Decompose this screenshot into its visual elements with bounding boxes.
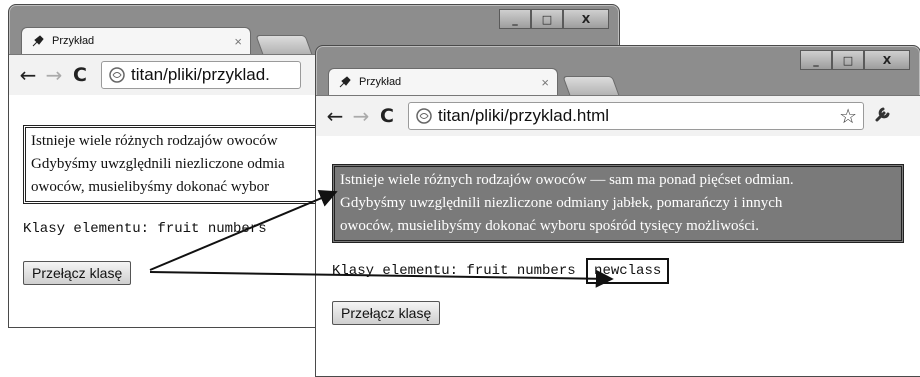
browser-tab[interactable]: Przykład ×	[328, 68, 558, 95]
forward-arrow-icon[interactable]: →	[41, 63, 67, 87]
class-list-text: Klasy elementu: fruit numbers newclass	[332, 258, 670, 284]
new-tab-button[interactable]	[255, 35, 313, 55]
paragraph-line: Istnieje wiele różnych rodzajów owoców —…	[340, 172, 794, 188]
globe-icon	[416, 108, 432, 124]
back-arrow-icon[interactable]: ←	[322, 104, 348, 128]
globe-icon	[109, 67, 125, 83]
url-text: titan/pliki/przyklad.	[131, 65, 270, 84]
minimize-button[interactable]: _	[499, 9, 531, 29]
new-class-highlight: newclass	[586, 258, 670, 284]
forward-arrow-icon[interactable]: →	[348, 104, 374, 128]
maximize-button[interactable]: □	[531, 9, 563, 29]
paragraph-line: owoców, musielibyśmy dokonać wyboru spoś…	[340, 218, 759, 234]
tab-title: Przykład	[52, 35, 95, 47]
tab-close-icon[interactable]: ×	[541, 75, 549, 90]
minimize-button[interactable]: _	[800, 50, 832, 70]
close-window-button[interactable]: X	[563, 9, 609, 29]
fruit-paragraph: Istnieje wiele różnych rodzajów owoców —…	[332, 164, 904, 243]
front-browser-window: _ □ X Przykład × ← → C titan/pliki/przyk…	[315, 45, 920, 377]
tab-title: Przykład	[359, 76, 402, 88]
wrench-icon[interactable]	[874, 105, 892, 127]
bookmark-star-icon[interactable]: ☆	[839, 104, 857, 129]
new-tab-button[interactable]	[562, 76, 620, 96]
toggle-class-button[interactable]: Przełącz klasę	[23, 261, 132, 285]
address-bar[interactable]: titan/pliki/przyklad.	[101, 61, 301, 89]
reload-icon[interactable]: C	[67, 64, 93, 86]
pushpin-icon	[30, 33, 46, 49]
window-controls: _ □ X	[499, 9, 609, 29]
reload-icon[interactable]: C	[374, 105, 400, 127]
toggle-class-button[interactable]: Przełącz klasę	[332, 301, 441, 325]
browser-tab[interactable]: Przykład ×	[21, 27, 251, 54]
class-list-text: Klasy elementu: fruit numbers	[23, 221, 267, 237]
class-list-label: Klasy elementu: fruit numbers	[332, 263, 576, 279]
back-arrow-icon[interactable]: ←	[15, 63, 41, 87]
pushpin-icon	[337, 74, 353, 90]
paragraph-line: Gdybyśmy uwzględnili niezliczone odmiany…	[340, 195, 783, 211]
window-controls: _ □ X	[800, 50, 910, 70]
browser-toolbar: ← → C titan/pliki/przyklad.html ☆	[316, 95, 920, 137]
url-text: titan/pliki/przyklad.html	[438, 106, 610, 125]
maximize-button[interactable]: □	[832, 50, 864, 70]
close-window-button[interactable]: X	[864, 50, 910, 70]
tab-close-icon[interactable]: ×	[234, 34, 242, 49]
page-content: Istnieje wiele różnych rodzajów owoców —…	[316, 136, 920, 376]
address-bar[interactable]: titan/pliki/przyklad.html ☆	[408, 102, 864, 130]
